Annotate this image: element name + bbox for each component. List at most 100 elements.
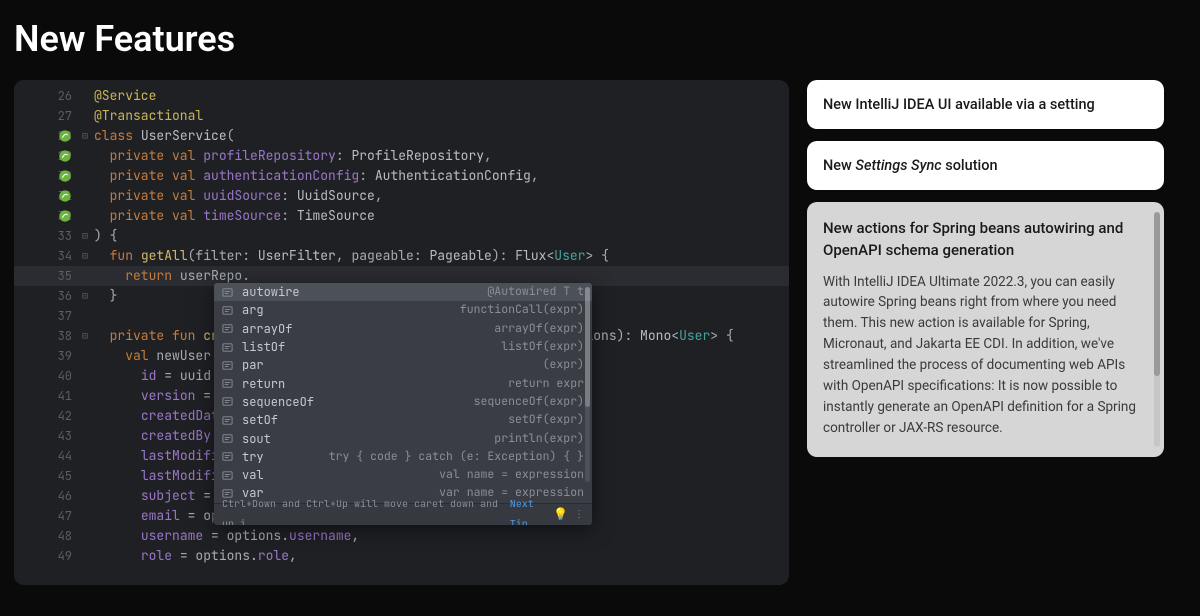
code-text[interactable]: fun getAll(filter: UserFilter, pageable:… — [92, 246, 609, 266]
line-number: 41 — [14, 386, 78, 406]
completion-name: try — [242, 447, 264, 467]
code-text[interactable]: @Transactional — [92, 106, 203, 126]
more-icon[interactable]: ⋮ — [574, 504, 584, 524]
completion-name: listOf — [242, 337, 285, 357]
template-icon — [222, 415, 236, 426]
template-icon — [222, 396, 236, 407]
line-number: 48 — [14, 526, 78, 546]
completion-hint: setOf(expr) — [508, 410, 584, 430]
content-row: 26 @Service 27 @Transactional28⊟class UserS… — [0, 80, 1200, 585]
feature-card-title: New Settings Sync solution — [823, 155, 1148, 176]
card-scrollbar[interactable] — [1154, 212, 1160, 447]
line-number: 33 — [14, 226, 78, 246]
completion-scrollbar[interactable] — [585, 287, 590, 482]
feature-card[interactable]: New actions for Spring beans autowiring … — [807, 202, 1164, 457]
card-scrollbar-thumb[interactable] — [1154, 212, 1160, 376]
feature-card-title: New IntelliJ IDEA UI available via a set… — [823, 94, 1148, 115]
code-text[interactable]: private val authenticationConfig: Authen… — [92, 166, 539, 186]
template-icon — [222, 323, 236, 334]
code-text[interactable]: private val uuidSource: UuidSource, — [92, 186, 383, 206]
line-number: 42 — [14, 406, 78, 426]
completion-tip-text: Ctrl+Down and Ctrl+Up will move caret do… — [222, 494, 504, 525]
feature-card-title: New actions for Spring beans autowiring … — [823, 218, 1148, 262]
completion-name: sequenceOf — [242, 392, 314, 412]
template-icon — [222, 433, 236, 444]
code-line[interactable]: 34⊟ fun getAll(filter: UserFilter, pagea… — [14, 246, 789, 266]
spring-bean-icon[interactable] — [58, 149, 72, 163]
code-line[interactable]: 26 @Service — [14, 86, 789, 106]
line-number: 36 — [14, 286, 78, 306]
code-text[interactable]: lastModifi — [92, 446, 219, 466]
completion-item[interactable]: argfunctionCall(expr) — [214, 301, 592, 319]
completion-item[interactable]: returnreturn expr — [214, 374, 592, 392]
template-icon — [222, 470, 236, 481]
code-line[interactable]: 33⊟) { — [14, 226, 789, 246]
code-text[interactable]: version = — [92, 386, 211, 406]
feature-card[interactable]: New IntelliJ IDEA UI available via a set… — [807, 80, 1164, 129]
code-editor[interactable]: 26 @Service 27 @Transactional28⊟class UserS… — [14, 80, 789, 585]
completion-item[interactable]: valval name = expression — [214, 466, 592, 484]
code-text[interactable]: username = options.username, — [92, 526, 359, 546]
code-text[interactable]: val newUser — [92, 346, 211, 366]
completion-item[interactable]: autowire@Autowired T t — [214, 283, 592, 301]
code-line[interactable]: 29 private val profileRepository: Profil… — [14, 146, 789, 166]
completion-footer: Ctrl+Down and Ctrl+Up will move caret do… — [214, 503, 592, 525]
template-icon — [222, 451, 236, 462]
code-line[interactable]: 49 role = options.role, — [14, 546, 789, 566]
line-number: 30 — [14, 166, 78, 186]
line-number: 34 — [14, 246, 78, 266]
completion-hint: try { code } catch (e: Exception) { } — [329, 447, 584, 467]
line-number: 49 — [14, 546, 78, 566]
code-text[interactable]: } — [92, 286, 117, 306]
next-tip-link[interactable]: Next Tip — [510, 494, 553, 525]
spring-bean-icon[interactable] — [58, 129, 72, 143]
line-number: 27 — [14, 106, 78, 126]
code-text[interactable]: ) { — [92, 226, 117, 246]
spring-bean-icon[interactable] — [58, 209, 72, 223]
completion-item[interactable]: try try { code } catch (e: Exception) { } — [214, 448, 592, 466]
line-number: 37 — [14, 306, 78, 326]
code-text[interactable]: private val timeSource: TimeSource — [92, 206, 375, 226]
code-text[interactable]: lastModifi — [92, 466, 219, 486]
code-line[interactable]: 28⊟class UserService( — [14, 126, 789, 146]
completion-item[interactable]: sequenceOfsequenceOf(expr) — [214, 393, 592, 411]
code-text[interactable]: subject = — [92, 486, 211, 506]
code-line[interactable]: 31 private val uuidSource: UuidSource, — [14, 186, 789, 206]
code-text[interactable]: createdBy — [92, 426, 211, 446]
page-title: New Features — [0, 0, 1200, 80]
line-number: 32 — [14, 206, 78, 226]
spring-bean-icon[interactable] — [58, 189, 72, 203]
completion-item[interactable]: setOfsetOf(expr) — [214, 411, 592, 429]
code-line[interactable]: 32 private val timeSource: TimeSource — [14, 206, 789, 226]
code-line[interactable]: 48 username = options.username, — [14, 526, 789, 546]
template-icon — [222, 342, 236, 353]
fold-toggle[interactable]: ⊟ — [78, 246, 92, 266]
code-text[interactable]: @Service — [92, 86, 156, 106]
line-number: 26 — [14, 86, 78, 106]
completion-scrollbar-thumb[interactable] — [585, 287, 590, 407]
feature-card[interactable]: New Settings Sync solution — [807, 141, 1164, 190]
template-icon — [222, 287, 236, 298]
code-line[interactable]: 27 @Transactional — [14, 106, 789, 126]
lightbulb-icon[interactable]: 💡 — [553, 504, 568, 524]
spring-bean-icon[interactable] — [58, 169, 72, 183]
line-number: 31 — [14, 186, 78, 206]
code-text[interactable]: class UserService( — [92, 126, 234, 146]
code-line[interactable]: 30 private val authenticationConfig: Aut… — [14, 166, 789, 186]
line-number: 47 — [14, 506, 78, 526]
fold-toggle[interactable]: ⊟ — [78, 226, 92, 246]
fold-toggle[interactable]: ⊟ — [78, 326, 92, 346]
completion-item[interactable]: listOflistOf(expr) — [214, 338, 592, 356]
code-text[interactable]: id = uuid — [92, 366, 211, 386]
completion-name: arg — [242, 300, 264, 320]
code-text[interactable]: role = options.role, — [92, 546, 297, 566]
code-text[interactable]: private val profileRepository: ProfileRe… — [92, 146, 492, 166]
completion-item[interactable]: soutprintln(expr) — [214, 429, 592, 447]
fold-toggle[interactable]: ⊟ — [78, 126, 92, 146]
completion-item[interactable]: par(expr) — [214, 356, 592, 374]
completion-item[interactable]: arrayOfarrayOf(expr) — [214, 320, 592, 338]
line-number: 38 — [14, 326, 78, 346]
fold-toggle[interactable]: ⊟ — [78, 286, 92, 306]
completion-popup[interactable]: autowire@Autowired T targfunctionCall(ex… — [214, 283, 592, 525]
code-text[interactable]: createdDat — [92, 406, 219, 426]
